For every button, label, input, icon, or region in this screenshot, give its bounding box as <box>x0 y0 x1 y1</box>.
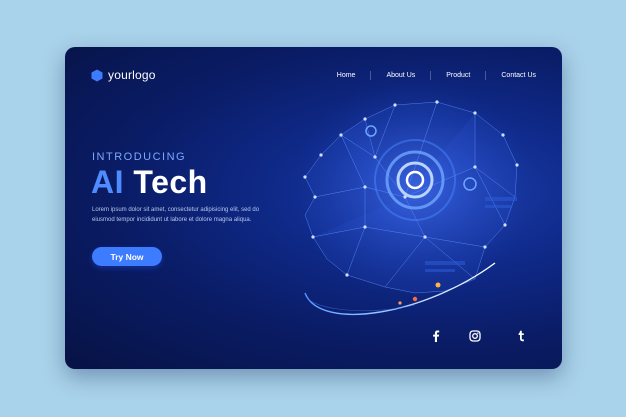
instagram-link[interactable] <box>468 329 482 343</box>
nav-divider <box>370 71 372 80</box>
logo-text: yourlogo <box>108 68 156 82</box>
nav-divider <box>485 71 487 80</box>
instagram-icon <box>469 330 481 342</box>
nav-home[interactable]: Home <box>337 72 356 79</box>
nav-about-us[interactable]: About Us <box>386 72 415 79</box>
nav-contact-us[interactable]: Contact Us <box>501 72 536 79</box>
facebook-link[interactable] <box>429 329 443 343</box>
hero-title: AI Tech <box>91 164 208 201</box>
tumblr-link[interactable] <box>514 329 528 343</box>
nav-divider <box>430 71 432 80</box>
nav-product[interactable]: Product <box>446 72 470 79</box>
hero-intro: INTRODUCING <box>92 151 187 163</box>
try-now-button[interactable]: Try Now <box>92 247 162 266</box>
hexagon-icon <box>91 69 103 81</box>
facebook-icon <box>433 330 440 342</box>
hero-description: Lorem ipsum dolor sit amet, consectetur … <box>92 207 260 223</box>
main-nav: Home About Us Product Contact Us <box>337 71 536 80</box>
tumblr-icon <box>518 330 524 342</box>
brand-logo[interactable]: yourlogo <box>91 68 156 82</box>
landing-card: yourlogo Home About Us Product Contact U… <box>65 47 562 369</box>
hero-title-rest: Tech <box>133 164 208 200</box>
hero-title-accent: AI <box>91 164 124 200</box>
